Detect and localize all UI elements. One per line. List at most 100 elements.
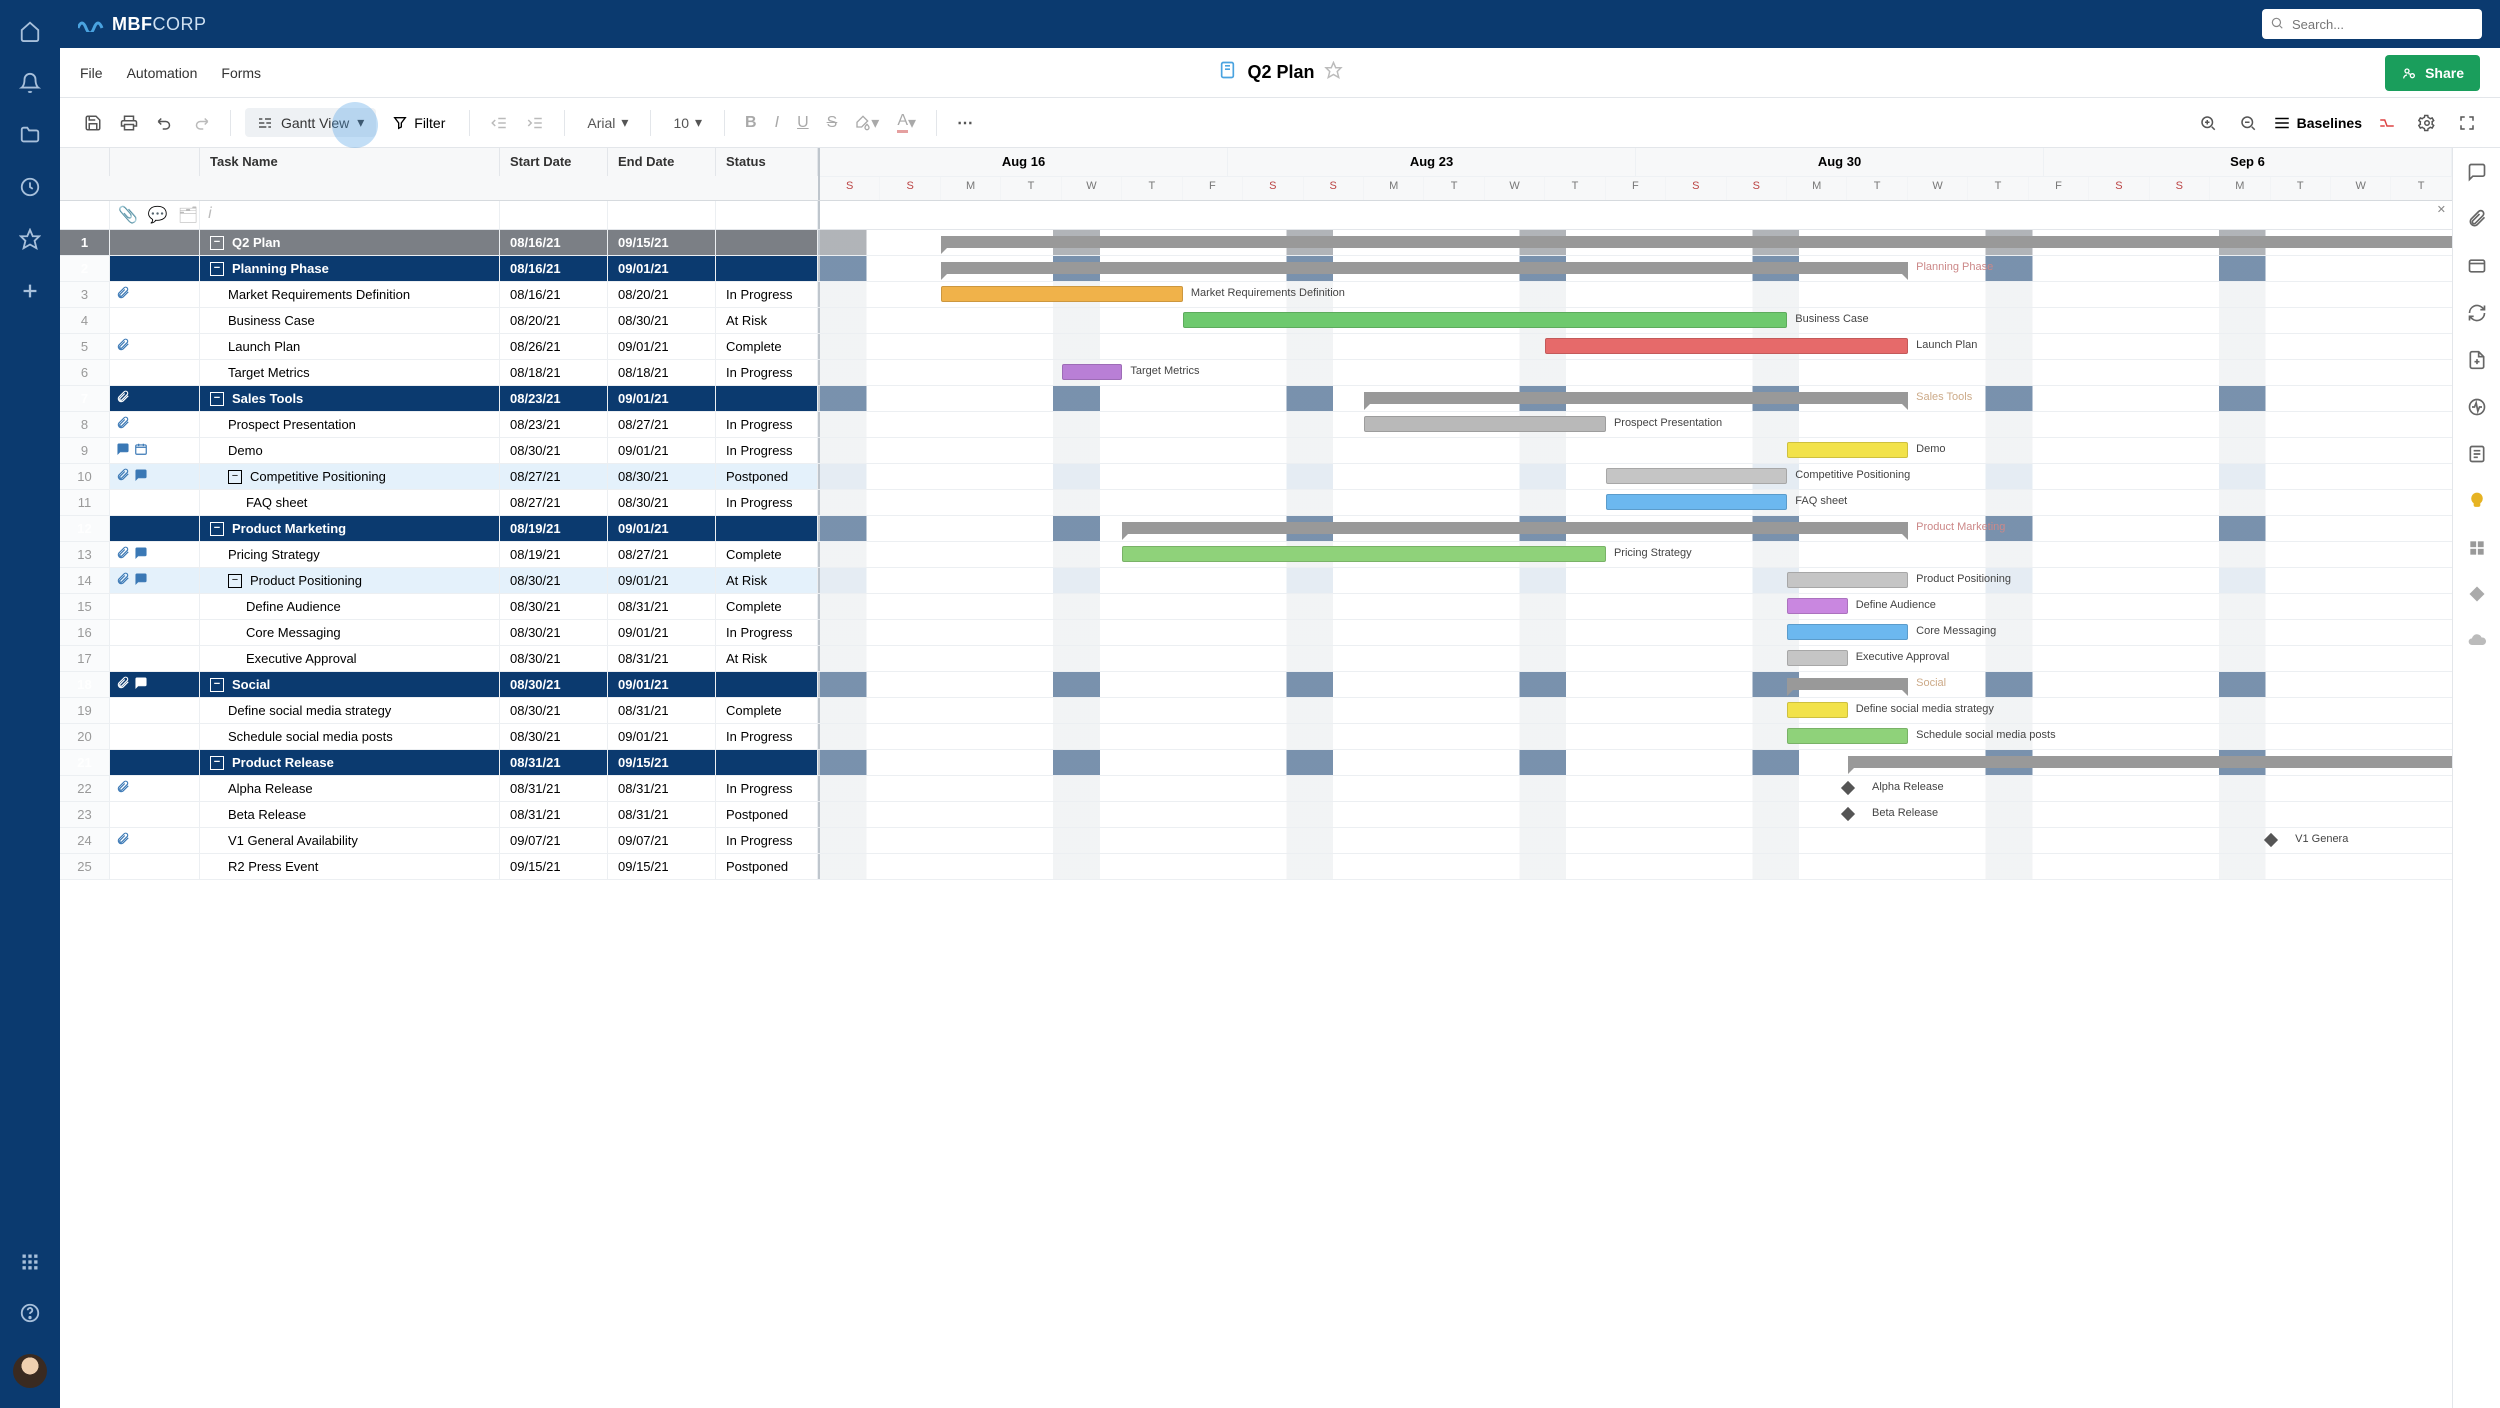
end-date-cell[interactable]: 09/01/21 — [608, 516, 716, 541]
status-cell[interactable]: In Progress — [716, 828, 818, 853]
task-cell[interactable]: Business Case — [200, 308, 500, 333]
timeline-cell[interactable]: Sales Tools — [818, 386, 2452, 411]
task-row[interactable]: 22Alpha Release08/31/2108/31/21In Progre… — [60, 776, 2452, 802]
more-icon[interactable]: ⋯ — [951, 107, 979, 139]
task-row[interactable]: 14−Product Positioning08/30/2109/01/21At… — [60, 568, 2452, 594]
task-row[interactable]: 4Business Case08/20/2108/30/21At RiskBus… — [60, 308, 2452, 334]
start-date-cell[interactable]: 08/16/21 — [500, 256, 608, 281]
collapse-toggle[interactable]: − — [210, 236, 224, 250]
task-cell[interactable]: FAQ sheet — [200, 490, 500, 515]
end-date-cell[interactable]: 09/01/21 — [608, 672, 716, 697]
task-cell[interactable]: Executive Approval — [200, 646, 500, 671]
start-date-cell[interactable]: 08/30/21 — [500, 724, 608, 749]
start-date-cell[interactable]: 08/30/21 — [500, 594, 608, 619]
collapse-toggle[interactable]: − — [210, 262, 224, 276]
clip-icon[interactable] — [116, 546, 130, 563]
apps-icon[interactable] — [20, 1252, 40, 1272]
col-task[interactable]: Task Name — [200, 148, 500, 176]
timeline-cell[interactable]: Beta Release — [818, 802, 2452, 827]
task-row[interactable]: 6Target Metrics08/18/2108/18/21In Progre… — [60, 360, 2452, 386]
zoom-in-icon[interactable] — [2193, 108, 2223, 138]
status-cell[interactable]: Postponed — [716, 802, 818, 827]
start-date-cell[interactable]: 08/30/21 — [500, 698, 608, 723]
start-date-cell[interactable]: 08/27/21 — [500, 490, 608, 515]
summary-icon[interactable] — [2467, 444, 2487, 469]
summary-bar[interactable] — [1122, 522, 1908, 534]
new-file-icon[interactable] — [2467, 350, 2487, 375]
status-cell[interactable] — [716, 672, 818, 697]
section-row[interactable]: 7−Sales Tools08/23/2109/01/21Sales Tools — [60, 386, 2452, 412]
fullscreen-icon[interactable] — [2452, 108, 2482, 138]
status-cell[interactable] — [716, 230, 818, 255]
timeline-cell[interactable]: Prospect Presentation — [818, 412, 2452, 437]
timeline-cell[interactable]: Demo — [818, 438, 2452, 463]
status-cell[interactable]: Postponed — [716, 464, 818, 489]
task-bar[interactable] — [1183, 312, 1787, 328]
end-date-cell[interactable]: 09/01/21 — [608, 334, 716, 359]
star-icon[interactable] — [19, 228, 41, 250]
task-row[interactable]: 19Define social media strategy08/30/2108… — [60, 698, 2452, 724]
critical-path-icon[interactable] — [2372, 108, 2402, 138]
bell-icon[interactable] — [19, 72, 41, 94]
start-date-cell[interactable]: 08/26/21 — [500, 334, 608, 359]
timeline-cell[interactable] — [818, 750, 2452, 775]
section-row[interactable]: 21−Product Release08/31/2109/15/21 — [60, 750, 2452, 776]
status-cell[interactable]: At Risk — [716, 568, 818, 593]
end-date-cell[interactable]: 08/30/21 — [608, 490, 716, 515]
end-date-cell[interactable]: 09/01/21 — [608, 386, 716, 411]
start-date-cell[interactable]: 08/16/21 — [500, 230, 608, 255]
milestone-diamond[interactable] — [1840, 807, 1854, 821]
diamond-icon[interactable] — [2468, 585, 2486, 608]
menu-automation[interactable]: Automation — [127, 65, 198, 81]
brandfolder-icon[interactable] — [2467, 538, 2487, 563]
home-icon[interactable] — [19, 20, 41, 42]
menu-file[interactable]: File — [80, 65, 103, 81]
status-cell[interactable]: In Progress — [716, 620, 818, 645]
view-selector[interactable]: Gantt View ▾ — [245, 108, 376, 137]
status-cell[interactable]: Complete — [716, 698, 818, 723]
task-cell[interactable]: V1 General Availability — [200, 828, 500, 853]
start-date-cell[interactable]: 08/31/21 — [500, 750, 608, 775]
task-bar[interactable] — [1787, 572, 1908, 588]
task-cell[interactable]: −Product Release — [200, 750, 500, 775]
status-cell[interactable] — [716, 750, 818, 775]
task-cell[interactable]: −Product Marketing — [200, 516, 500, 541]
end-date-cell[interactable]: 08/30/21 — [608, 308, 716, 333]
end-date-cell[interactable]: 08/31/21 — [608, 802, 716, 827]
timeline-cell[interactable]: V1 Genera — [818, 828, 2452, 853]
timeline-cell[interactable]: Pricing Strategy — [818, 542, 2452, 567]
timeline-cell[interactable]: Social — [818, 672, 2452, 697]
start-date-cell[interactable]: 09/15/21 — [500, 854, 608, 879]
task-bar[interactable] — [1787, 702, 1847, 718]
summary-bar[interactable] — [1787, 678, 1908, 690]
end-date-cell[interactable]: 09/15/21 — [608, 750, 716, 775]
timeline-cell[interactable]: Target Metrics — [818, 360, 2452, 385]
filter-button[interactable]: Filter — [382, 109, 455, 137]
start-date-cell[interactable]: 08/30/21 — [500, 672, 608, 697]
col-start[interactable]: Start Date — [500, 148, 608, 176]
collapse-toggle[interactable]: − — [210, 522, 224, 536]
task-bar[interactable] — [1787, 598, 1847, 614]
start-date-cell[interactable]: 08/30/21 — [500, 568, 608, 593]
save-icon[interactable] — [78, 108, 108, 138]
chat-icon[interactable] — [116, 442, 130, 459]
task-row[interactable]: 16Core Messaging08/30/2109/01/21In Progr… — [60, 620, 2452, 646]
size-selector[interactable]: 10 ▾ — [665, 110, 710, 135]
milestone-diamond[interactable] — [2264, 833, 2278, 847]
start-date-cell[interactable]: 08/20/21 — [500, 308, 608, 333]
task-cell[interactable]: Define Audience — [200, 594, 500, 619]
timeline-cell[interactable]: Schedule social media posts — [818, 724, 2452, 749]
task-cell[interactable]: Market Requirements Definition — [200, 282, 500, 307]
end-date-cell[interactable]: 08/30/21 — [608, 464, 716, 489]
clip-icon[interactable] — [116, 572, 130, 589]
status-cell[interactable]: At Risk — [716, 308, 818, 333]
status-cell[interactable]: Postponed — [716, 854, 818, 879]
task-row[interactable]: 5Launch Plan08/26/2109/01/21CompleteLaun… — [60, 334, 2452, 360]
status-cell[interactable]: In Progress — [716, 282, 818, 307]
menu-forms[interactable]: Forms — [221, 65, 261, 81]
task-row[interactable]: 10−Competitive Positioning08/27/2108/30/… — [60, 464, 2452, 490]
avatar[interactable] — [13, 1354, 47, 1388]
gear-icon[interactable] — [2412, 108, 2442, 138]
timeline-cell[interactable]: Market Requirements Definition — [818, 282, 2452, 307]
task-bar[interactable] — [1787, 650, 1847, 666]
